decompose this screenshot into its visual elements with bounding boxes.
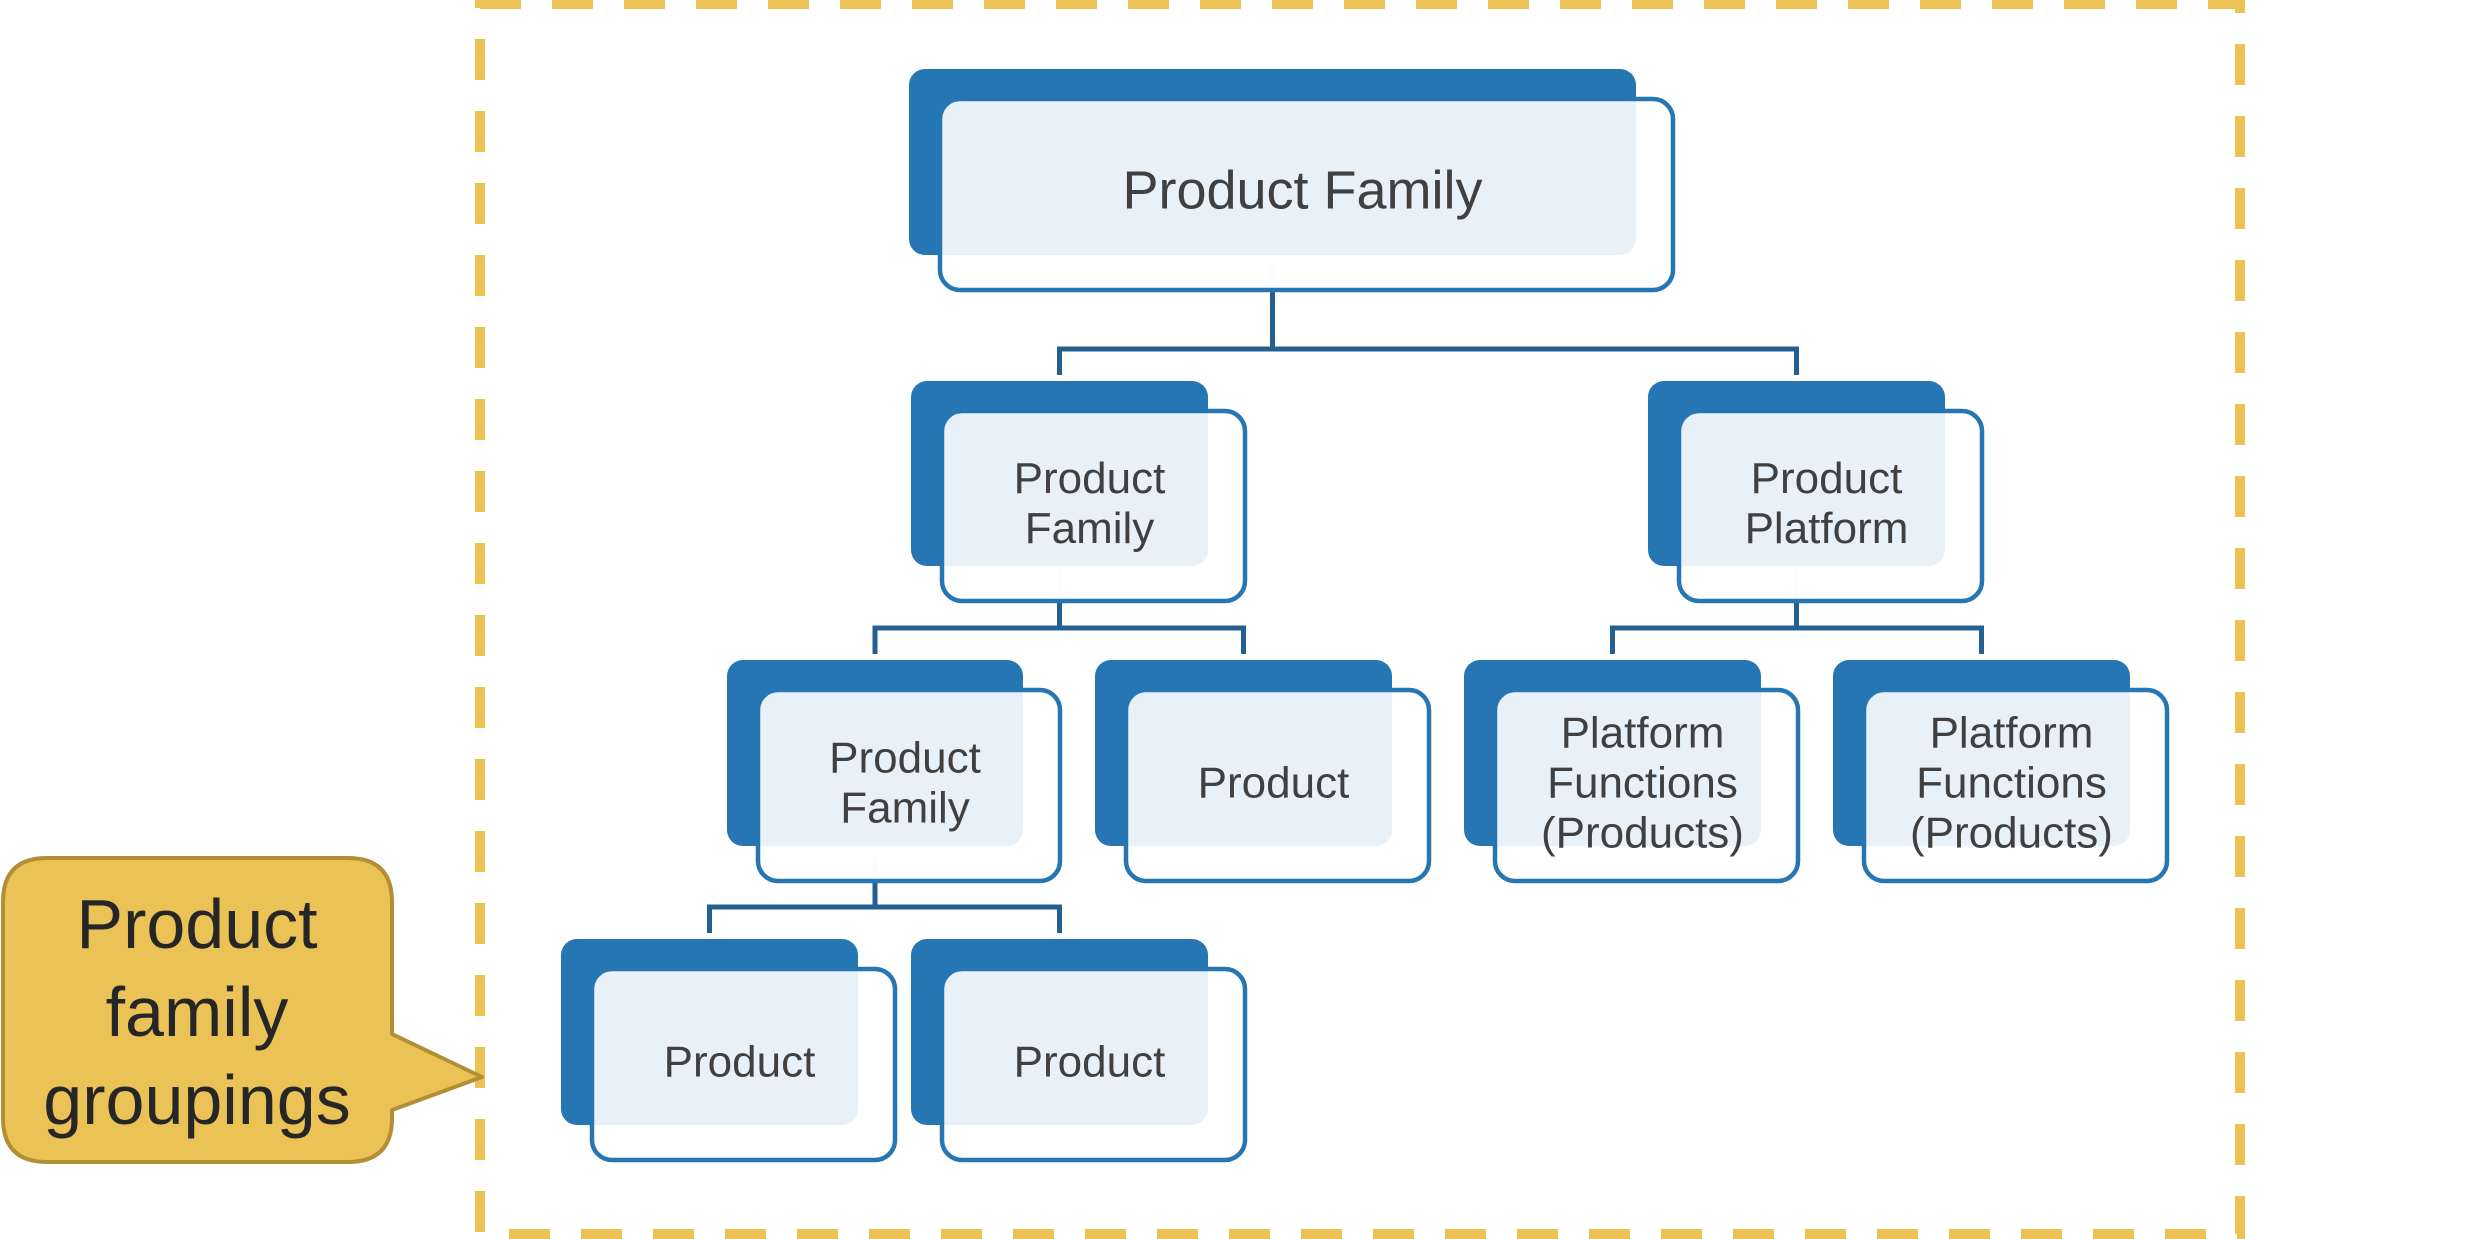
node-label: Product — [1198, 758, 1350, 807]
node-label-line: Functions — [1916, 758, 2107, 807]
node-label-line: (Products) — [1541, 808, 1744, 857]
node-label: Product Platform — [1745, 454, 1909, 553]
node-pf-2[interactable]: Product Family — [727, 660, 1063, 884]
node-p-1[interactable]: Product — [1095, 660, 1432, 884]
node-label-line: Functions — [1547, 758, 1738, 807]
node-label-line: Product — [829, 733, 981, 782]
node-label: Platform Functions (Products) — [1910, 708, 2113, 857]
node-root[interactable]: Product Family — [909, 69, 1676, 293]
product-hierarchy-diagram: Product FamilyProduct FamilyProduct Platfo… — [1, 0, 2245, 1239]
node-label-line: Product — [1751, 454, 1903, 503]
node-p-2[interactable]: Product — [561, 939, 898, 1163]
node-label-line: Family — [840, 783, 970, 832]
node-label-line: Product — [664, 1037, 816, 1086]
callout-label-line: groupings — [43, 1061, 350, 1139]
node-label: Product Family — [1122, 161, 1482, 221]
node-label-line: Family — [1025, 504, 1155, 553]
callout-label-line: family — [106, 973, 289, 1051]
callout-product-family-groupings: Product family groupings — [1, 856, 484, 1164]
node-fn-1[interactable]: Platform Functions (Products) — [1464, 660, 1801, 884]
node-label: Product — [664, 1037, 816, 1086]
node-label-line: Product — [1014, 454, 1166, 503]
node-label-line: Product — [1198, 758, 1350, 807]
node-label-line: Product — [1014, 1037, 1166, 1086]
node-p-3[interactable]: Product — [911, 939, 1248, 1163]
node-fn-2[interactable]: Platform Functions (Products) — [1833, 660, 2170, 884]
node-label: Product — [1014, 1037, 1166, 1086]
node-label-line: Platform — [1930, 708, 2094, 757]
node-label-line: Platform — [1561, 708, 1725, 757]
node-label: Platform Functions (Products) — [1541, 708, 1744, 857]
node-pp-1[interactable]: Product Platform — [1648, 381, 1985, 604]
node-label: Product Family — [1014, 454, 1166, 553]
node-label: Product Family — [829, 733, 981, 832]
node-label-line: Product Family — [1122, 161, 1482, 221]
node-label-line: (Products) — [1910, 808, 2113, 857]
node-pf-1[interactable]: Product Family — [911, 381, 1248, 604]
node-label-line: Platform — [1745, 504, 1909, 553]
callout-label-line: Product — [76, 885, 317, 963]
